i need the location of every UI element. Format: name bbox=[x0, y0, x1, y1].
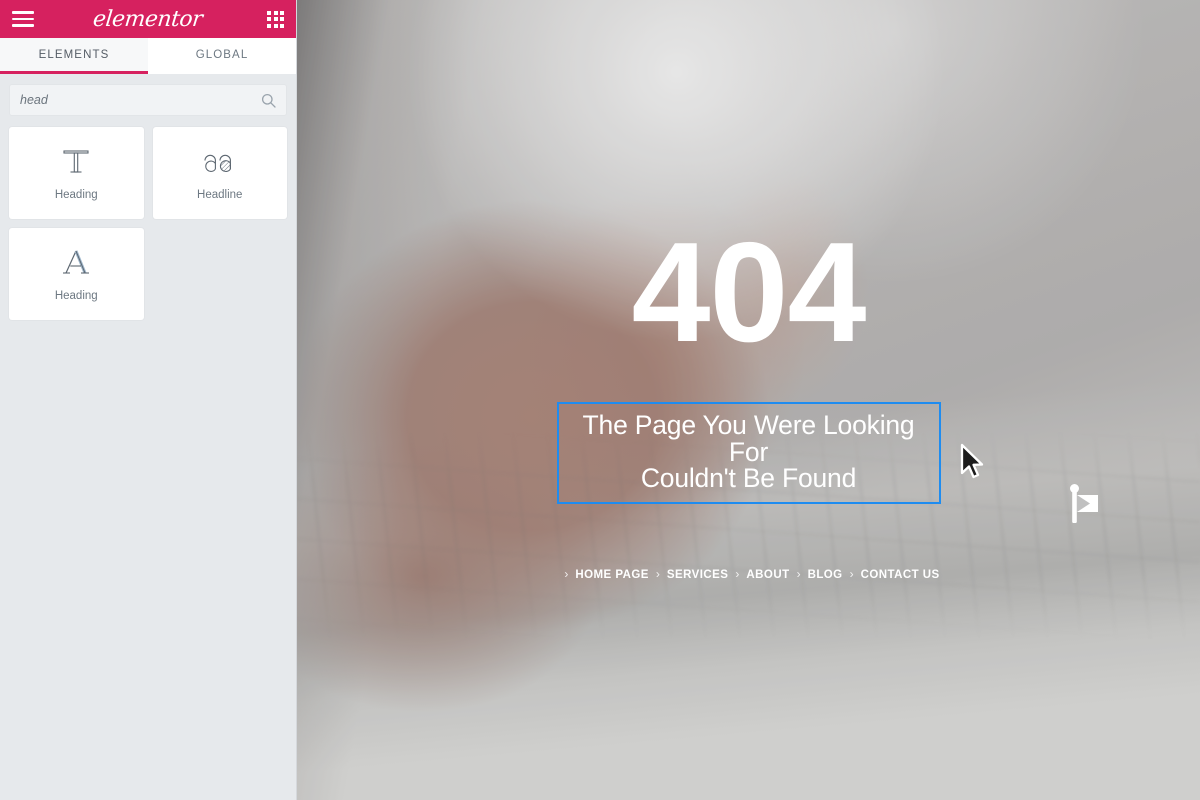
tab-global[interactable]: GLOBAL bbox=[148, 38, 296, 74]
aa-letters-icon bbox=[201, 145, 239, 179]
widget-card-heading-serif[interactable]: Heading bbox=[9, 228, 144, 320]
headline-text: The Page You Were Looking For Couldn't B… bbox=[582, 410, 915, 493]
panel-header: elementor bbox=[0, 0, 296, 38]
nav-link-about[interactable]: ABOUT bbox=[746, 569, 789, 581]
nav-link-services[interactable]: SERVICES bbox=[667, 569, 729, 581]
selected-heading-widget[interactable]: The Page You Were Looking For Couldn't B… bbox=[556, 402, 941, 504]
nav-separator: › bbox=[655, 567, 660, 581]
error-code-404: 404 bbox=[631, 213, 867, 372]
flag-marker-icon bbox=[1068, 484, 1102, 524]
nav-separator: › bbox=[796, 567, 801, 581]
tab-elements-label: ELEMENTS bbox=[38, 48, 110, 61]
grid-apps-icon[interactable] bbox=[267, 10, 284, 28]
widget-list: Heading Headline Heading bbox=[0, 124, 296, 323]
hamburger-menu-icon[interactable] bbox=[12, 11, 34, 27]
nav-separator: › bbox=[564, 567, 569, 581]
search-box[interactable] bbox=[9, 84, 287, 116]
widget-label: Headline bbox=[197, 189, 243, 201]
elementor-logo-text: elementor bbox=[92, 6, 204, 32]
footer-nav: › HOME PAGE › SERVICES › ABOUT › BLOG › … bbox=[297, 567, 1200, 582]
elementor-logo: elementor bbox=[0, 0, 296, 38]
widget-card-headline[interactable]: Headline bbox=[152, 127, 287, 219]
search-icon bbox=[261, 93, 276, 108]
search-input[interactable] bbox=[20, 93, 261, 107]
a-serif-icon bbox=[59, 246, 93, 280]
nav-separator: › bbox=[849, 567, 854, 581]
editor-panel: elementor ELEMENTS GLOBAL head Heading H… bbox=[0, 0, 297, 800]
nav-link-home-page[interactable]: HOME PAGE bbox=[575, 569, 648, 581]
widget-card-heading[interactable]: Heading bbox=[9, 127, 144, 219]
t-letter-icon bbox=[59, 145, 93, 179]
nav-link-blog[interactable]: BLOG bbox=[808, 569, 843, 581]
preview-canvas[interactable]: 404 The Page You Were Looking For Couldn… bbox=[297, 0, 1200, 800]
tab-global-label: GLOBAL bbox=[195, 48, 249, 61]
page-content: 404 The Page You Were Looking For Couldn… bbox=[297, 0, 1200, 800]
search-section bbox=[0, 74, 296, 124]
panel-tabs: ELEMENTS GLOBAL bbox=[0, 38, 296, 74]
nav-link-contact-us[interactable]: CONTACT US bbox=[861, 569, 940, 581]
nav-separator: › bbox=[735, 567, 740, 581]
widget-label: Heading bbox=[54, 189, 98, 201]
tab-elements[interactable]: ELEMENTS bbox=[0, 38, 148, 74]
elementor-editor: elementor ELEMENTS GLOBAL head Heading H… bbox=[0, 0, 1200, 800]
widget-label: Heading bbox=[54, 290, 98, 302]
